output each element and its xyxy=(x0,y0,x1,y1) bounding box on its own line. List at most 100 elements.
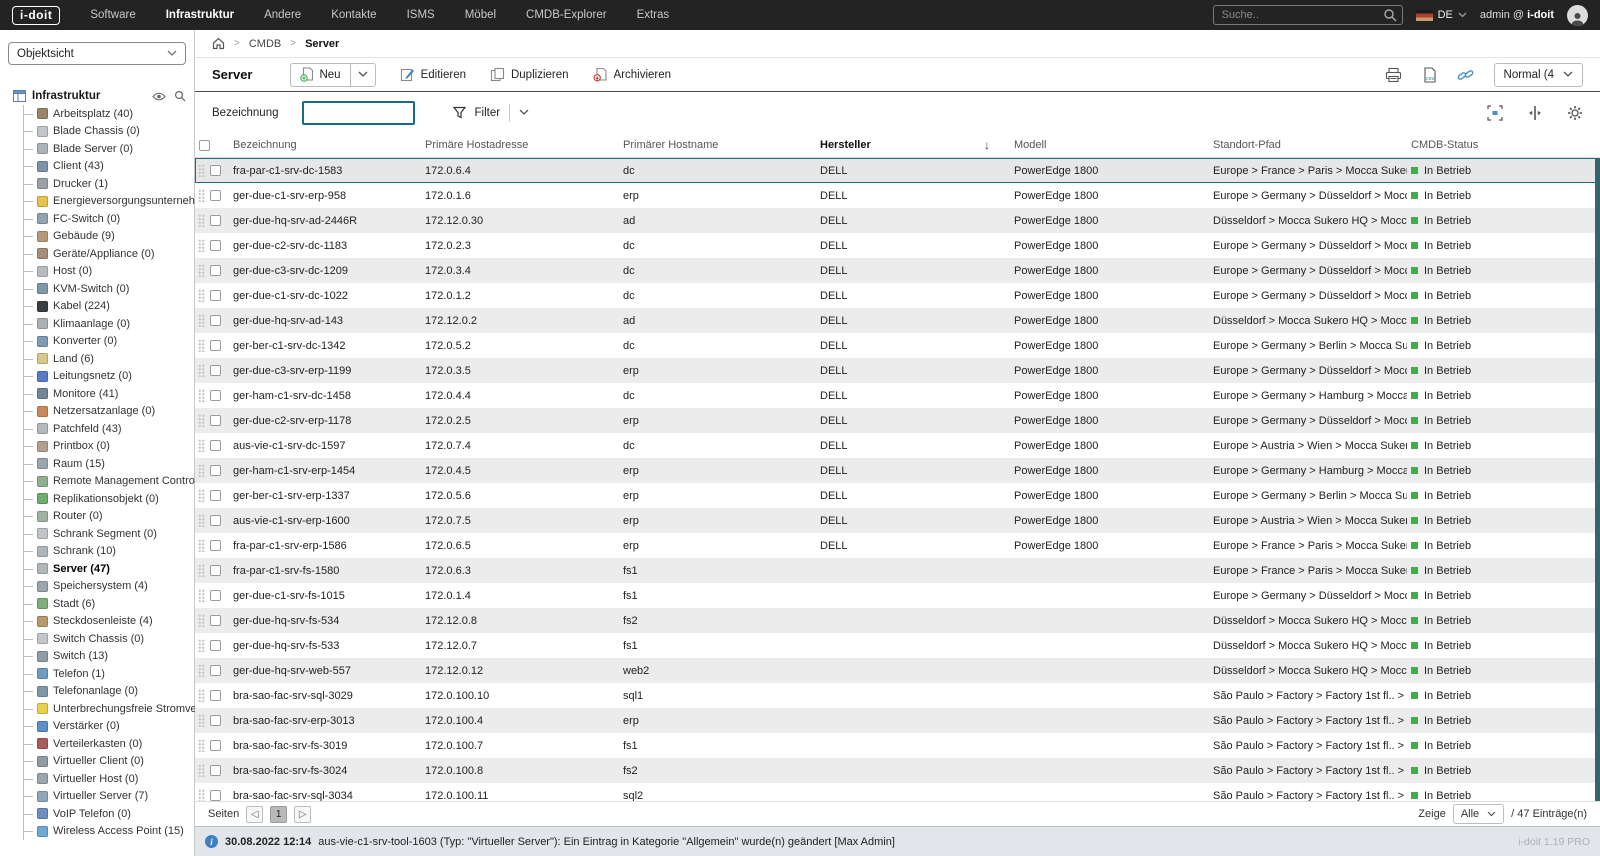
sidebar-item-speichersystem-4[interactable]: Speichersystem (4) xyxy=(24,578,186,596)
drag-handle[interactable] xyxy=(198,264,205,277)
sidebar-item-printbox-0[interactable]: Printbox (0) xyxy=(24,438,186,456)
drag-handle[interactable] xyxy=(198,239,205,252)
column-header-prim-rer-hostname[interactable]: Primärer Hostname xyxy=(619,139,816,151)
drag-handle[interactable] xyxy=(198,414,205,427)
table-row[interactable]: ger-ham-c1-srv-dc-1458 172.0.4.4 dc DELL Pow… xyxy=(195,383,1600,408)
sidebar-item-voip-telefon-0[interactable]: VoIP Telefon (0) xyxy=(24,805,186,823)
sidebar-item-verst-rker-0[interactable]: Verstärker (0) xyxy=(24,718,186,736)
sidebar-item-raum-15[interactable]: Raum (15) xyxy=(24,455,186,473)
sidebar-item-host-0[interactable]: Host (0) xyxy=(24,263,186,281)
select-all-checkbox[interactable] xyxy=(199,139,210,151)
drag-handle[interactable] xyxy=(198,789,205,801)
column-header-cmdb-status[interactable]: CMDB-Status xyxy=(1407,139,1600,151)
language-selector[interactable]: DE xyxy=(1415,9,1467,21)
drag-handle[interactable] xyxy=(198,364,205,377)
user-menu[interactable]: admin @ i-doit xyxy=(1480,9,1554,21)
table-row[interactable]: ger-due-c2-srv-erp-1178 172.0.2.5 erp DELL P… xyxy=(195,408,1600,433)
menu-item-isms[interactable]: ISMS xyxy=(407,9,435,21)
table-row[interactable]: ger-ber-c1-srv-dc-1342 172.0.5.2 dc DELL Pow… xyxy=(195,333,1600,358)
new-dropdown-toggle[interactable] xyxy=(349,63,375,86)
column-header-standort-pfad[interactable]: Standort-Pfad xyxy=(1209,139,1407,151)
sidebar-item-verteilerkasten-0[interactable]: Verteilerkasten (0) xyxy=(24,735,186,753)
menu-item-cmdb-explorer[interactable]: CMDB-Explorer xyxy=(526,9,607,21)
sidebar-item-telefon-1[interactable]: Telefon (1) xyxy=(24,665,186,683)
page-number-button[interactable]: 1 xyxy=(270,805,288,823)
chevron-down-icon[interactable] xyxy=(519,109,529,116)
row-checkbox[interactable] xyxy=(210,640,221,651)
table-row[interactable]: bra-sao-fac-srv-sql-3034 172.0.100.11 sql2… xyxy=(195,783,1600,801)
table-row[interactable]: ger-due-c2-srv-dc-1183 172.0.2.3 dc DELL Pow… xyxy=(195,233,1600,258)
menu-item-m-bel[interactable]: Möbel xyxy=(465,9,496,21)
print-icon[interactable] xyxy=(1385,67,1402,83)
table-row[interactable]: ger-due-c1-srv-dc-1022 172.0.1.2 dc DELL Pow… xyxy=(195,283,1600,308)
view-mode-dropdown[interactable]: Normal (4 xyxy=(1493,62,1583,87)
sidebar-item-switch-chassis-0[interactable]: Switch Chassis (0) xyxy=(24,630,186,648)
idoit-logo[interactable]: i-doit xyxy=(12,5,61,25)
sidebar-item-schrank-segment-0[interactable]: Schrank Segment (0) xyxy=(24,525,186,543)
sidebar-item-arbeitsplatz-40[interactable]: Arbeitsplatz (40) xyxy=(24,105,186,123)
row-checkbox[interactable] xyxy=(210,765,221,776)
column-header-hersteller[interactable]: Hersteller ↓ xyxy=(816,138,1010,152)
table-row[interactable]: aus-vie-c1-srv-erp-1600 172.0.7.5 erp DELL P… xyxy=(195,508,1600,533)
drag-handle[interactable] xyxy=(198,639,205,652)
row-checkbox[interactable] xyxy=(210,565,221,576)
row-checkbox[interactable] xyxy=(210,665,221,676)
drag-handle[interactable] xyxy=(198,464,205,477)
drag-handle[interactable] xyxy=(198,389,205,402)
settings-gear-icon[interactable] xyxy=(1567,105,1583,121)
column-header-modell[interactable]: Modell xyxy=(1010,139,1209,151)
row-checkbox[interactable] xyxy=(210,590,221,601)
table-scrollbar[interactable] xyxy=(1595,158,1600,801)
menu-item-kontakte[interactable]: Kontakte xyxy=(331,9,376,21)
menu-item-infrastruktur[interactable]: Infrastruktur xyxy=(166,9,234,21)
row-checkbox[interactable] xyxy=(210,465,221,476)
sidebar-item-virtueller-server-7[interactable]: Virtueller Server (7) xyxy=(24,788,186,806)
row-checkbox[interactable] xyxy=(210,215,221,226)
table-row[interactable]: bra-sao-fac-srv-sql-3029 172.0.100.10 sql1… xyxy=(195,683,1600,708)
sidebar-item-server-47[interactable]: Server (47) xyxy=(24,560,186,578)
row-checkbox[interactable] xyxy=(210,165,221,176)
drag-handle[interactable] xyxy=(198,739,205,752)
drag-handle[interactable] xyxy=(198,214,205,227)
row-checkbox[interactable] xyxy=(210,390,221,401)
sidebar-item-konverter-0[interactable]: Konverter (0) xyxy=(24,333,186,351)
row-checkbox[interactable] xyxy=(210,340,221,351)
sidebar-item-klimaanlage-0[interactable]: Klimaanlage (0) xyxy=(24,315,186,333)
sidebar-item-virtueller-client-0[interactable]: Virtueller Client (0) xyxy=(24,753,186,771)
table-row[interactable]: ger-due-hq-srv-web-557 172.12.0.12 web2 Düs… xyxy=(195,658,1600,683)
eye-icon[interactable] xyxy=(152,92,166,101)
menu-item-andere[interactable]: Andere xyxy=(264,9,301,21)
drag-handle[interactable] xyxy=(198,689,205,702)
table-row[interactable]: bra-sao-fac-srv-erp-3013 172.0.100.4 erp Sã… xyxy=(195,708,1600,733)
drag-handle[interactable] xyxy=(198,664,205,677)
row-checkbox[interactable] xyxy=(210,415,221,426)
table-row[interactable]: ger-due-c3-srv-erp-1199 172.0.3.5 erp DELL P… xyxy=(195,358,1600,383)
column-resize-icon[interactable] xyxy=(1527,105,1543,121)
sidebar-item-telefonanlage-0[interactable]: Telefonanlage (0) xyxy=(24,683,186,701)
row-checkbox[interactable] xyxy=(210,540,221,551)
table-row[interactable]: bra-sao-fac-srv-fs-3019 172.0.100.7 fs1 São… xyxy=(195,733,1600,758)
new-button[interactable]: Neu xyxy=(291,64,349,86)
row-checkbox[interactable] xyxy=(210,515,221,526)
sidebar-item-client-43[interactable]: Client (43) xyxy=(24,158,186,176)
drag-handle[interactable] xyxy=(198,314,205,327)
drag-handle[interactable] xyxy=(198,764,205,777)
drag-handle[interactable] xyxy=(198,439,205,452)
tree-root[interactable]: Infrastruktur xyxy=(8,90,186,102)
sidebar-item-geb-ude-9[interactable]: Gebäude (9) xyxy=(24,228,186,246)
table-row[interactable]: fra-par-c1-srv-fs-1580 172.0.6.3 fs1 Europe… xyxy=(195,558,1600,583)
sidebar-item-drucker-1[interactable]: Drucker (1) xyxy=(24,175,186,193)
row-checkbox[interactable] xyxy=(210,265,221,276)
sidebar-item-steckdosenleiste-4[interactable]: Steckdosenleiste (4) xyxy=(24,613,186,631)
row-checkbox[interactable] xyxy=(210,190,221,201)
sidebar-item-router-0[interactable]: Router (0) xyxy=(24,508,186,526)
row-checkbox[interactable] xyxy=(210,690,221,701)
table-row[interactable]: ger-ber-c1-srv-erp-1337 172.0.5.6 erp DELL P… xyxy=(195,483,1600,508)
drag-handle[interactable] xyxy=(198,164,205,177)
prev-page-button[interactable]: ◁ xyxy=(246,805,264,823)
sort-descending-icon[interactable]: ↓ xyxy=(984,138,1006,152)
drag-handle[interactable] xyxy=(198,614,205,627)
duplicate-button[interactable]: Duplizieren xyxy=(490,67,569,82)
search-icon[interactable] xyxy=(1383,8,1397,22)
sidebar-item-kabel-224[interactable]: Kabel (224) xyxy=(24,298,186,316)
